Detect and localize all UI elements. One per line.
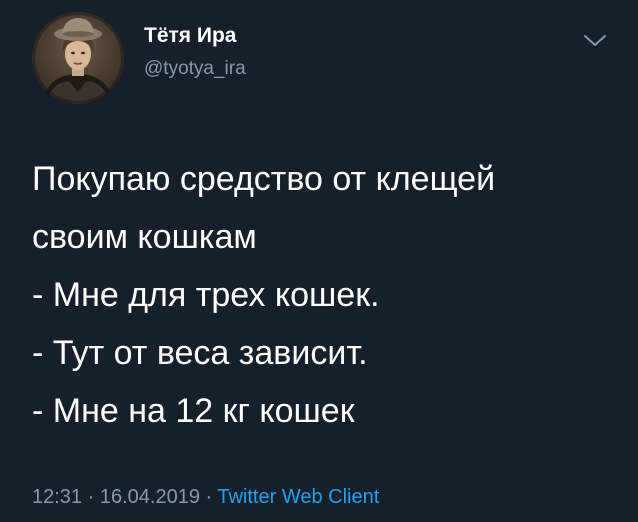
author-display-name[interactable]: Тётя Ира xyxy=(144,24,236,48)
meta-separator: · xyxy=(199,486,218,508)
tweet-text: Покупаю средство от клещей своим кошкам … xyxy=(32,150,622,440)
tweet-meta: 12:31 · 16.04.2019 · Twitter Web Client xyxy=(32,486,379,509)
tweet-text-line: - Мне на 12 кг кошек xyxy=(32,392,355,430)
tweet-text-line: Покупаю средство от клещей xyxy=(32,160,496,198)
tweet-source-link[interactable]: Twitter Web Client xyxy=(217,486,379,508)
tweet-text-line: - Мне для трех кошек. xyxy=(32,276,380,314)
tweet-date[interactable]: 16.04.2019 xyxy=(100,486,200,508)
avatar-portrait-image xyxy=(32,12,124,104)
tweet-card: Тётя Ира @tyotya_ira Покупаю средство от… xyxy=(0,0,638,522)
tweet-time[interactable]: 12:31 xyxy=(32,486,82,508)
author-handle[interactable]: @tyotya_ira xyxy=(144,58,246,80)
chevron-down-icon[interactable] xyxy=(582,30,608,50)
tweet-text-line: - Тут от веса зависит. xyxy=(32,334,368,372)
meta-separator: · xyxy=(82,486,100,508)
avatar[interactable] xyxy=(32,12,124,104)
tweet-text-line: своим кошкам xyxy=(32,218,257,256)
